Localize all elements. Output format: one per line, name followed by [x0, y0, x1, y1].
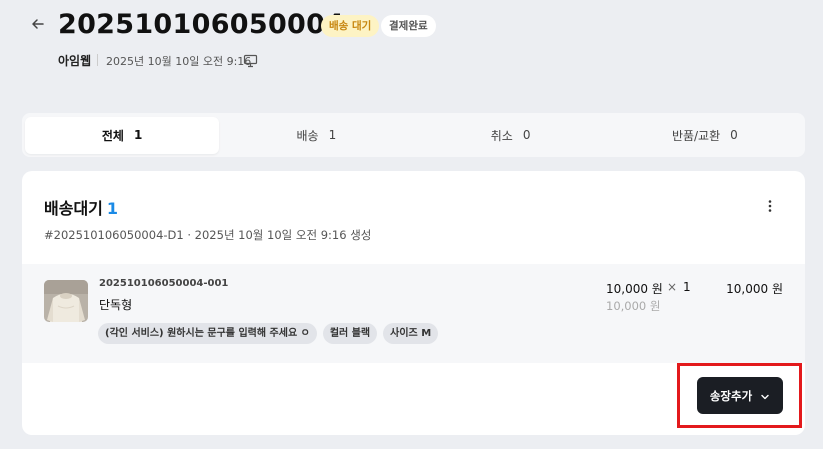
meta-divider [97, 54, 98, 66]
seller-name: 아임웹 [58, 54, 92, 68]
monitor-icon [243, 53, 258, 68]
order-tabs: 전체 1 배송 1 취소 0 반품/교환 0 [22, 113, 805, 157]
status-badge: 배송 대기 [321, 15, 380, 37]
tab-label: 배송 [296, 128, 319, 143]
tab-label: 취소 [490, 128, 513, 143]
tab-cancel[interactable]: 취소 0 [414, 117, 608, 154]
add-tracking-button[interactable]: 송장추가 [697, 377, 783, 414]
add-tracking-label: 송장추가 [709, 388, 753, 403]
option-chip: (각인 서비스) 원하시는 문구를 입력해 주세요 ㅇ [98, 323, 317, 344]
back-arrow-icon[interactable] [28, 14, 48, 34]
order-created-at: 2025년 10월 10일 오전 9:16 [106, 55, 252, 68]
option-chip: 컬러 블랙 [322, 323, 378, 344]
shipment-title-text: 배송대기 [44, 199, 103, 218]
tab-shipping[interactable]: 배송 1 [219, 117, 413, 154]
option-chip: 사이즈 M [383, 323, 439, 344]
tab-all[interactable]: 전체 1 [25, 116, 220, 154]
original-price: 10,000 원 [606, 299, 661, 313]
shipment-meta: #202510106050004-D1 · 2025년 10월 10일 오전 9… [44, 228, 372, 242]
item-name: 단독형 [99, 298, 133, 312]
tab-count: 0 [730, 128, 738, 142]
tab-return-exchange[interactable]: 반품/교환 0 [608, 117, 802, 154]
order-number-title: 202510106050004 [58, 9, 345, 40]
item-quantity: 1 [683, 280, 691, 294]
multiply-sign: × [667, 280, 678, 294]
tab-count: 1 [328, 128, 337, 142]
line-total: 10,000 원 [726, 282, 783, 296]
item-options: (각인 서비스) 원하시는 문구를 입력해 주세요 ㅇ 컬러 블랙 사이즈 M [98, 323, 439, 344]
tab-label: 전체 [101, 128, 124, 143]
chevron-down-icon [760, 391, 770, 401]
product-thumbnail[interactable] [44, 280, 88, 322]
more-vertical-icon[interactable] [762, 198, 778, 214]
tab-count: 1 [133, 128, 143, 142]
item-code: 202510106050004-001 [99, 278, 229, 289]
tab-count: 0 [522, 128, 531, 142]
unit-price: 10,000 원 [606, 282, 663, 296]
tab-label: 반품/교환 [671, 128, 721, 143]
shipment-section-title: 배송대기 1 [44, 195, 118, 219]
payment-badge: 결제완료 [381, 15, 436, 37]
order-item-row: 202510106050004-001 단독형 (각인 서비스) 원하시는 문구… [22, 264, 805, 363]
shipment-count: 1 [106, 199, 119, 218]
